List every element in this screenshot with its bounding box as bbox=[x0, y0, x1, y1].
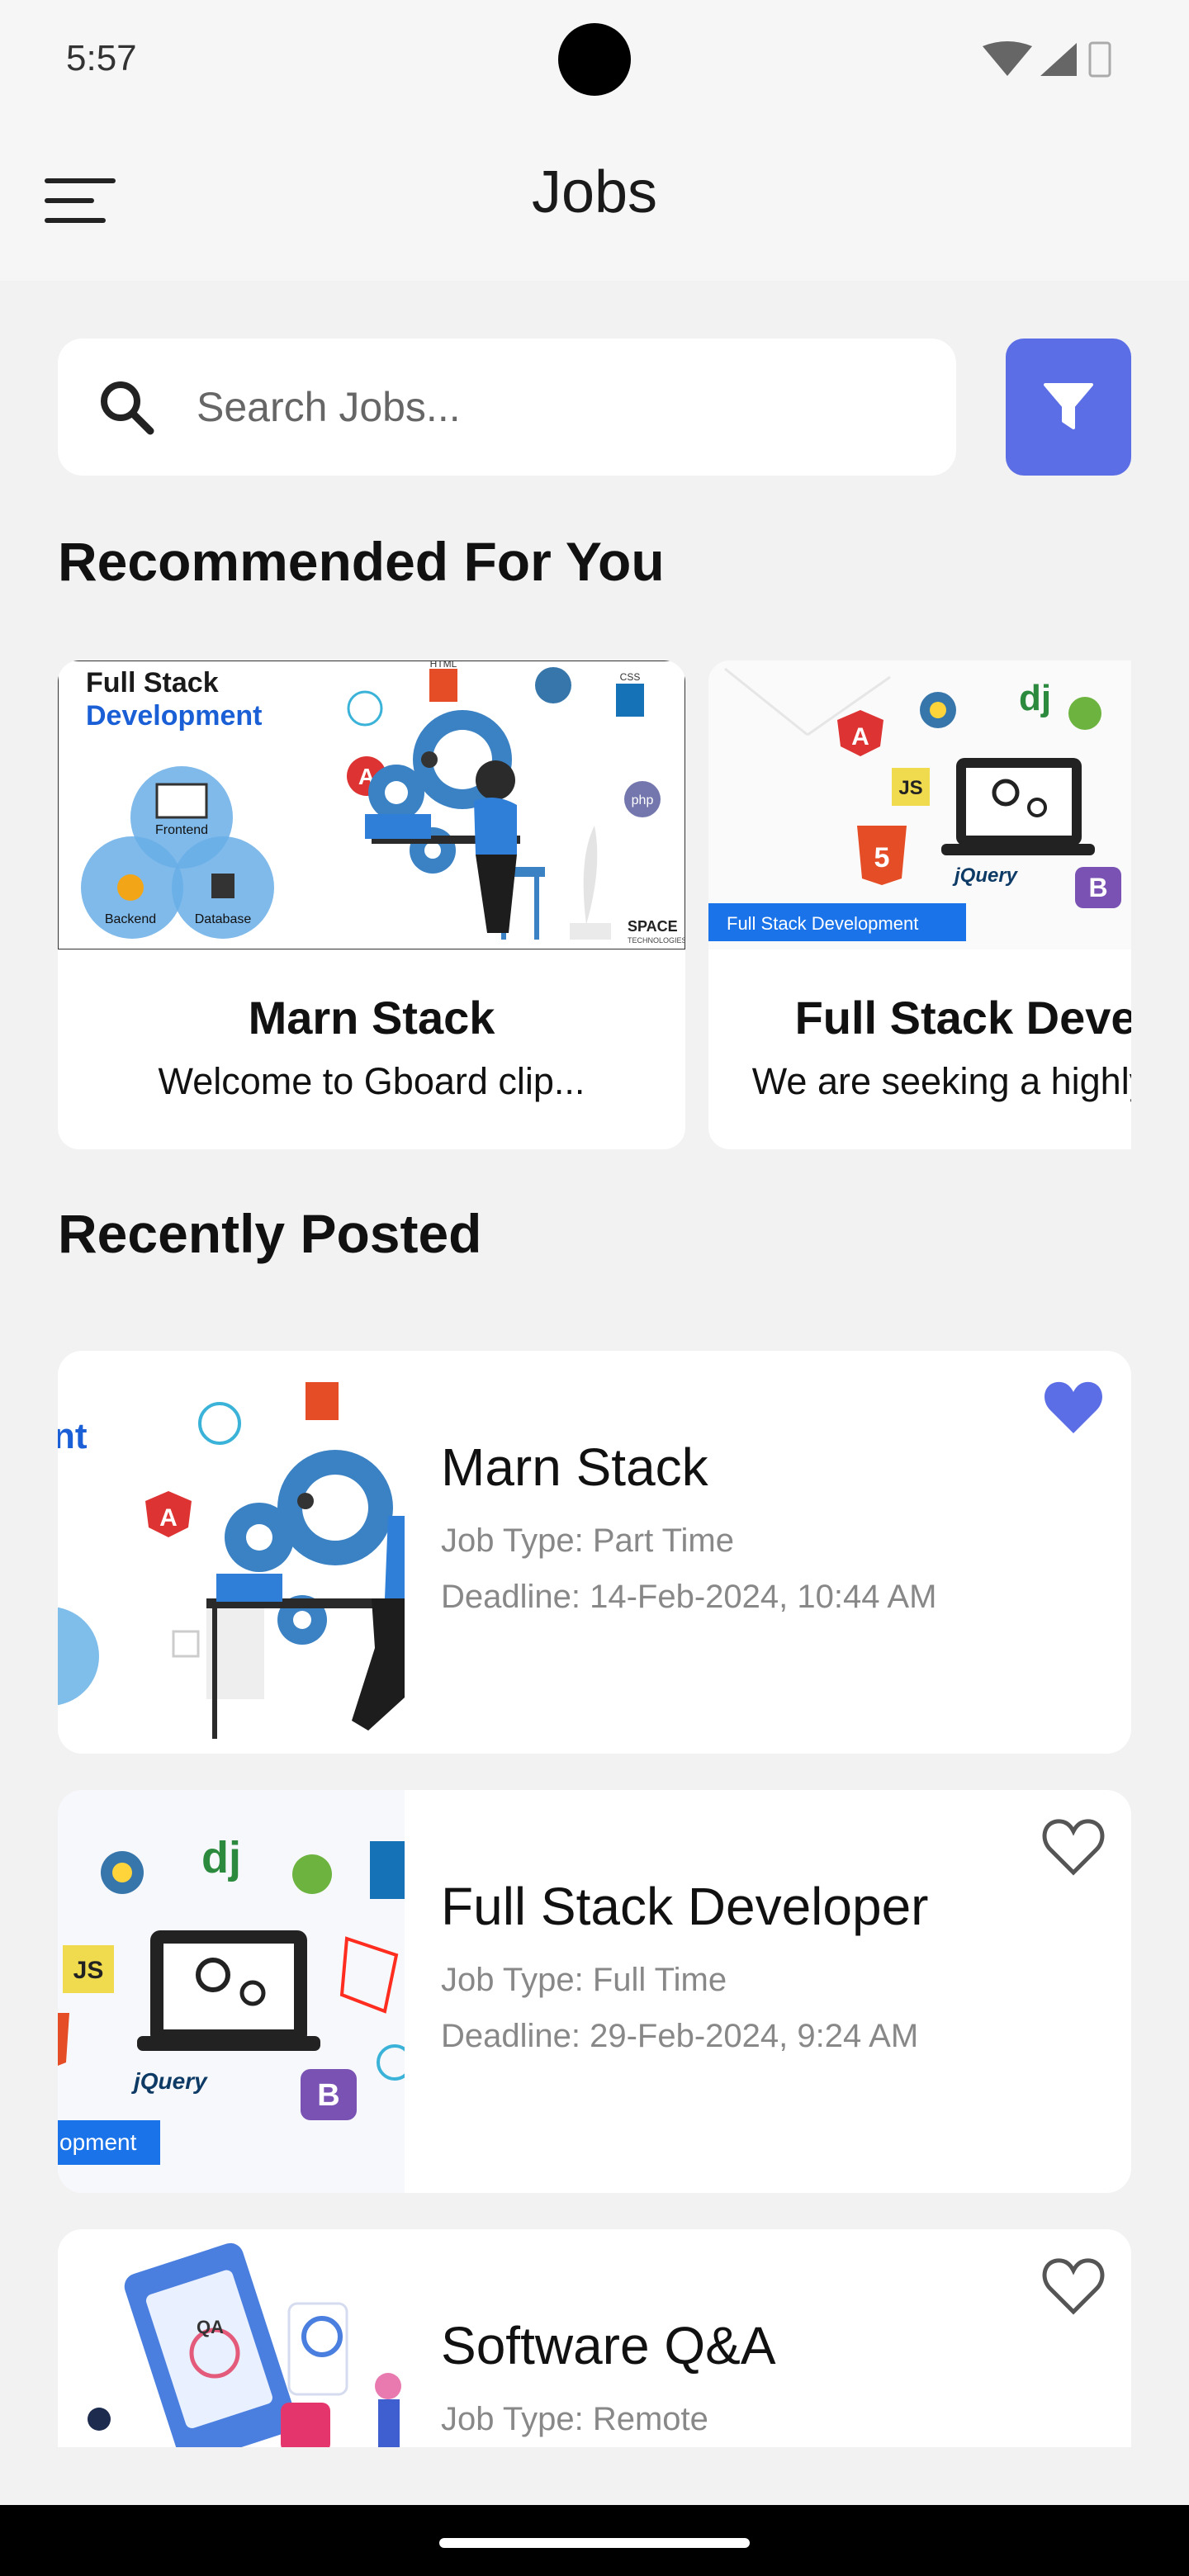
brand-subtitle: TECHNOLOGIES bbox=[628, 936, 685, 945]
job-thumbnail-image: QA bbox=[58, 2229, 405, 2447]
battery-icon bbox=[1088, 41, 1111, 78]
css-badge: CSS bbox=[620, 671, 641, 683]
recommended-job-title: Full Stack Developer bbox=[794, 992, 1131, 1044]
status-time: 5:57 bbox=[66, 38, 137, 78]
job-thumbnail-image: nt A bbox=[58, 1351, 405, 1754]
app-bar: Jobs bbox=[0, 116, 1189, 281]
svg-text:5: 5 bbox=[874, 842, 890, 874]
svg-text:jQuery: jQuery bbox=[130, 2068, 208, 2094]
status-bar: 5:57 bbox=[0, 0, 1189, 116]
brand-name: SPACE bbox=[628, 918, 678, 935]
recommended-card[interactable]: A dj JS 5 jQuery B Full Stack Developmen… bbox=[708, 661, 1131, 1149]
heart-outline-icon[interactable] bbox=[1040, 2254, 1106, 2320]
svg-text:JS: JS bbox=[73, 1957, 104, 1984]
recommended-job-description: We are seeking a highly skilled... bbox=[751, 1060, 1131, 1102]
label-backend: Backend bbox=[105, 912, 156, 926]
image-heading-2: Development bbox=[86, 700, 263, 732]
job-type: Job Type: Part Time bbox=[441, 1522, 734, 1559]
job-title: Full Stack Developer bbox=[441, 1877, 929, 1936]
image-caption: nt bbox=[58, 1416, 88, 1456]
camera-cutout bbox=[558, 23, 631, 96]
job-card[interactable]: dj JS jQuery B opment Full Stack Develop… bbox=[58, 1790, 1131, 2193]
js-badge: JS bbox=[898, 777, 922, 799]
job-thumbnail-image: dj JS jQuery B opment bbox=[58, 1790, 405, 2193]
recommended-job-description: Welcome to Gboard clip... bbox=[158, 1060, 585, 1102]
job-card[interactable]: QA Software Q&A Job Type: Remote bbox=[58, 2229, 1131, 2447]
svg-text:A: A bbox=[851, 723, 869, 751]
job-type: Job Type: Full Time bbox=[441, 1962, 727, 1998]
home-indicator[interactable] bbox=[439, 2538, 750, 2548]
job-title: Marn Stack bbox=[441, 1437, 708, 1497]
search-input[interactable] bbox=[197, 372, 923, 443]
filter-funnel-icon bbox=[1044, 383, 1093, 429]
recommended-section-title: Recommended For You bbox=[58, 531, 665, 592]
heart-filled-icon[interactable] bbox=[1040, 1376, 1106, 1442]
status-icons bbox=[983, 41, 1111, 78]
html-badge: HTML bbox=[430, 661, 457, 670]
job-card[interactable]: nt A Marn Stack Job Type: Part Time Dead… bbox=[58, 1351, 1131, 1754]
wifi-icon bbox=[983, 41, 1032, 76]
recommended-card[interactable]: Full Stack Development Frontend Backend … bbox=[58, 661, 685, 1149]
svg-text:dj: dj bbox=[201, 1833, 241, 1882]
heart-outline-icon[interactable] bbox=[1040, 1815, 1106, 1881]
jquery-logo-text: jQuery bbox=[952, 864, 1019, 887]
job-thumbnail-image: A dj JS 5 jQuery B Full Stack Developmen… bbox=[708, 661, 1131, 949]
label-database: Database bbox=[195, 912, 252, 926]
bootstrap-badge: B bbox=[1088, 873, 1107, 902]
filter-button[interactable] bbox=[1006, 339, 1131, 476]
search-box[interactable] bbox=[58, 339, 956, 476]
job-thumbnail-image: Full Stack Development Frontend Backend … bbox=[58, 661, 685, 949]
job-deadline: Deadline: 29-Feb-2024, 9:24 AM bbox=[441, 2018, 919, 2054]
php-badge: php bbox=[632, 793, 654, 807]
recommended-carousel[interactable]: Full Stack Development Frontend Backend … bbox=[58, 661, 1131, 1149]
search-icon bbox=[101, 381, 154, 435]
recommended-job-title: Marn Stack bbox=[248, 992, 495, 1044]
recent-section-title: Recently Posted bbox=[58, 1203, 482, 1264]
svg-text:B: B bbox=[317, 2078, 339, 2113]
svg-text:A: A bbox=[159, 1504, 178, 1532]
image-caption: opment bbox=[59, 2129, 137, 2155]
job-deadline: Deadline: 14-Feb-2024, 10:44 AM bbox=[441, 1579, 937, 1615]
image-heading-1: Full Stack bbox=[86, 667, 219, 698]
image-ribbon-text: Full Stack Development bbox=[727, 913, 918, 934]
job-title: Software Q&A bbox=[441, 2316, 776, 2375]
page-title: Jobs bbox=[531, 159, 658, 225]
image-caption: QA bbox=[197, 2317, 224, 2337]
job-type: Job Type: Remote bbox=[441, 2401, 708, 2437]
signal-icon bbox=[1040, 43, 1077, 76]
label-frontend: Frontend bbox=[155, 823, 208, 837]
django-badge: dj bbox=[1019, 678, 1051, 718]
